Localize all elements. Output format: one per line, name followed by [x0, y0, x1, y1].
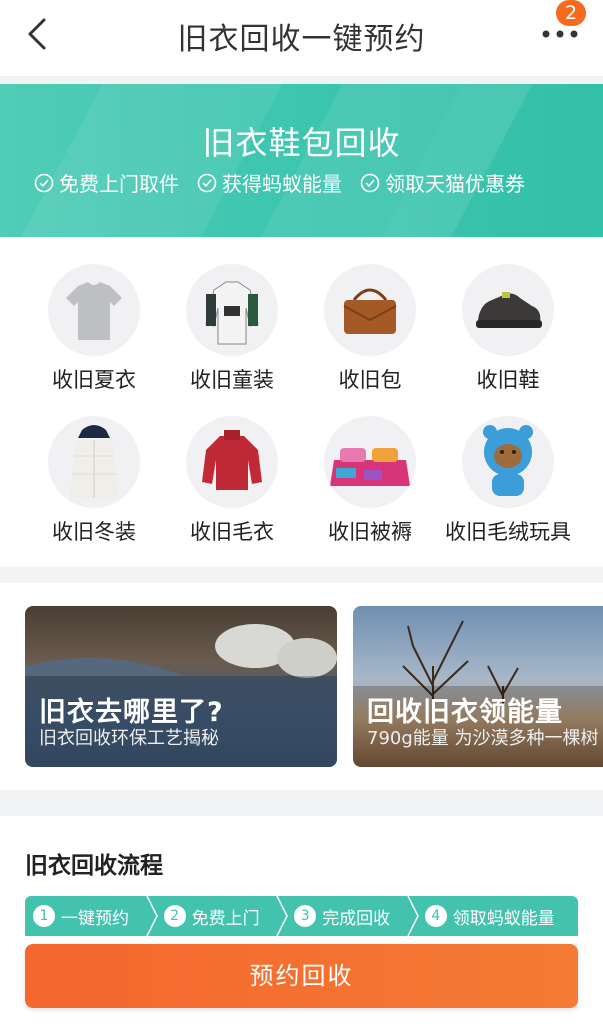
step-number: 3 — [294, 905, 317, 927]
perk-item: 免费上门取件 — [34, 168, 179, 197]
process-step: 2 免费上门 — [156, 896, 289, 936]
section-title: 旧衣回收流程 — [25, 853, 163, 879]
category-bags[interactable]: 收旧包 — [301, 264, 439, 394]
kids-hoodie-icon — [186, 264, 278, 356]
perk-item: 领取天猫优惠券 — [360, 168, 525, 197]
category-grid: 收旧夏衣 收旧童装 收旧包 收旧鞋 收旧冬装 收旧毛衣 收旧被褥 收旧毛绒玩具 — [0, 237, 603, 567]
book-recycle-button[interactable]: 预约回收 — [25, 944, 578, 1008]
more-dots-icon[interactable] — [540, 28, 580, 40]
category-sweaters[interactable]: 收旧毛衣 — [163, 416, 301, 546]
process-step: 4 领取蚂蚁能量 — [417, 896, 578, 936]
banner-title: 旧衣鞋包回收 — [202, 124, 401, 162]
step-number: 2 — [163, 905, 186, 927]
down-jacket-icon — [48, 416, 140, 508]
perk-item: 获得蚂蚁能量 — [197, 168, 342, 197]
category-shoes[interactable]: 收旧鞋 — [439, 264, 577, 394]
tshirt-icon — [48, 264, 140, 356]
step-number: 1 — [33, 905, 55, 927]
category-winter-clothes[interactable]: 收旧冬装 — [25, 416, 163, 546]
perk-list: 免费上门取件 获得蚂蚁能量 领取天猫优惠券 — [34, 168, 525, 197]
plush-toy-icon — [462, 416, 554, 508]
notification-badge: 2 — [556, 0, 586, 26]
card-subtitle: 790g能量 为沙漠多种一棵树 — [367, 728, 599, 749]
article-card[interactable]: 回收旧衣领能量 790g能量 为沙漠多种一棵树 — [353, 606, 603, 767]
category-bedding[interactable]: 收旧被褥 — [301, 416, 439, 546]
check-circle-icon — [197, 173, 217, 192]
article-cards: 旧衣去哪里了? 旧衣回收环保工艺揭秘 回收旧衣领能量 790g能量 为沙漠多种一… — [0, 583, 603, 790]
card-subtitle: 旧衣回收环保工艺揭秘 — [39, 728, 219, 749]
step-label: 免费上门 — [191, 908, 260, 929]
sweater-icon — [186, 416, 278, 508]
check-circle-icon — [360, 173, 380, 192]
perk-label: 获得蚂蚁能量 — [222, 172, 342, 196]
top-bar: 旧衣回收一键预约 2 — [0, 0, 603, 76]
handbag-icon — [324, 264, 416, 356]
perk-label: 领取天猫优惠券 — [385, 172, 525, 196]
process-step: 3 完成回收 — [286, 896, 419, 936]
check-circle-icon — [34, 173, 54, 192]
category-summer-clothes[interactable]: 收旧夏衣 — [25, 264, 163, 394]
hero-banner: 旧衣鞋包回收 免费上门取件 获得蚂蚁能量 领取天猫优惠券 — [0, 84, 603, 237]
page-title: 旧衣回收一键预约 — [177, 22, 426, 57]
step-label: 完成回收 — [322, 908, 391, 929]
process-steps: 1 一键预约 2 免费上门 3 完成回收 4 领取蚂蚁能量 — [25, 896, 578, 936]
category-plush-toys[interactable]: 收旧毛绒玩具 — [439, 416, 577, 546]
article-card[interactable]: 旧衣去哪里了? 旧衣回收环保工艺揭秘 — [25, 606, 337, 767]
perk-label: 免费上门取件 — [59, 172, 179, 196]
category-kids-clothes[interactable]: 收旧童装 — [163, 264, 301, 394]
bedding-icon — [324, 416, 416, 508]
process-step: 1 一键预约 — [25, 896, 158, 936]
step-number: 4 — [424, 905, 447, 927]
shoe-icon — [462, 264, 554, 356]
step-label: 领取蚂蚁能量 — [452, 908, 555, 929]
step-label: 一键预约 — [61, 908, 129, 929]
